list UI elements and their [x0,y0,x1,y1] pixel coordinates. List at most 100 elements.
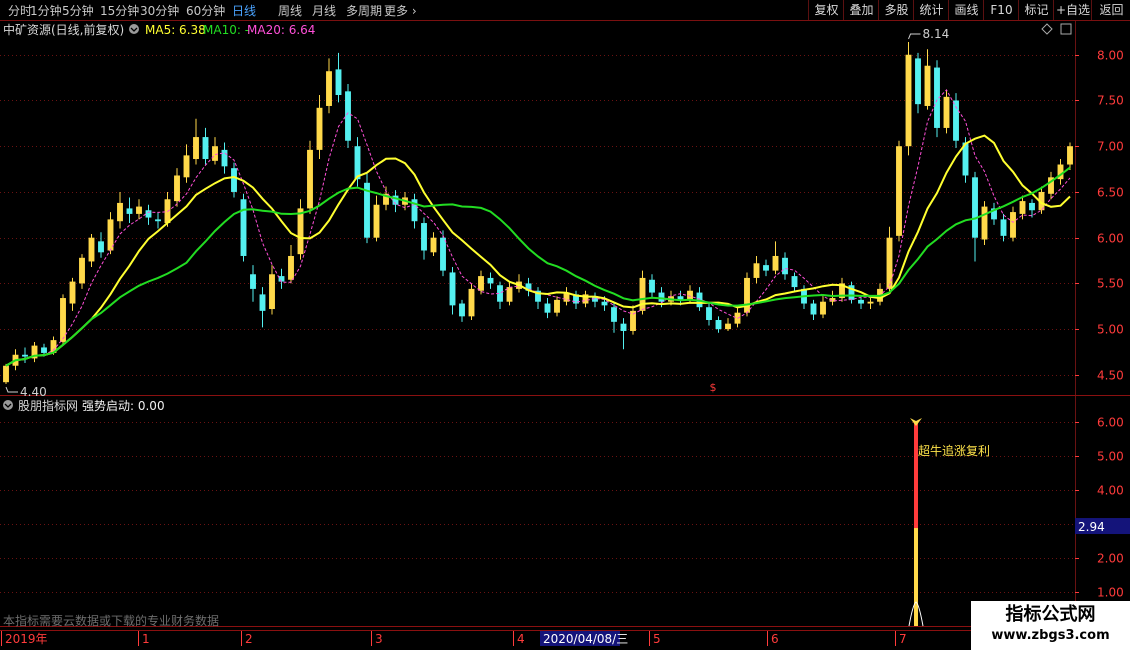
period-tab-6[interactable]: 日线 [232,2,256,19]
candle-body-74 [706,307,712,320]
time-label-4: 4 [517,632,525,646]
candle-body-79 [753,263,760,278]
candle-body-72 [687,290,693,300]
time-label-1: 1 [142,632,150,646]
candle-body-99 [943,96,950,128]
candle-body-107 [1019,201,1026,214]
candle-body-15 [145,210,152,218]
candle-body-64 [611,307,617,322]
toolbar-button-3[interactable]: 统计 [913,0,949,20]
price-tick-label-0: 4.50 [1097,369,1124,383]
settings-circle-icon [129,24,139,34]
candle-body-63 [601,301,608,306]
event-marker: $ [710,381,717,394]
candle-body-6 [60,298,66,342]
indicator-value-label: 强势启动: 0.00 [82,399,165,413]
candle-body-106 [1010,212,1016,238]
indicator-tick-label-4: 5.00 [1097,450,1124,464]
period-tab-8[interactable]: 月线 [312,2,336,19]
time-label-2: 2 [245,632,253,646]
indicator-title: 股朋指标网 [18,398,78,413]
price-tick-label-2: 5.50 [1097,277,1124,291]
signal-bar-highlight [914,528,918,626]
period-tab-5[interactable]: 60分钟 [186,2,225,19]
price-tick-label-7: 8.00 [1097,49,1124,63]
time-label-0: 2019年 [5,632,48,646]
candle-body-57 [544,303,551,313]
indicator-tick-label-0: 1.00 [1097,586,1124,600]
candle-body-65 [620,323,627,331]
period-tab-7[interactable]: 周线 [278,2,302,19]
candle-body-4 [41,347,47,353]
period-tab-0[interactable]: 分时 [8,2,32,19]
candle-body-83 [791,276,798,288]
candle-body-49 [468,288,475,317]
period-tab-3[interactable]: 15分钟 [100,2,139,19]
ma10-legend: MA10: - [203,23,249,37]
toolbar-button-0[interactable]: 复权 [808,0,844,20]
candle-body-48 [459,303,465,317]
candle-body-36 [345,91,351,141]
candle-body-16 [155,219,161,222]
candle-body-27 [259,294,266,311]
candle-body-18 [174,175,180,202]
candle-body-105 [1000,219,1007,236]
candle-body-91 [867,301,874,304]
candle-body-34 [326,71,332,106]
candle-body-47 [449,272,456,306]
candle-body-10 [98,241,104,253]
site-watermark: 指标公式网 www.zbgs3.com [971,601,1130,650]
candle-body-31 [297,208,304,255]
toolbar-button-1[interactable]: 叠加 [843,0,879,20]
main-chart-title: 中矿资源(日线,前复权) [3,22,124,37]
candle-body-90 [858,299,864,304]
period-tab-9[interactable]: 多周期 [346,2,382,19]
current-value-label: 2.94 [1078,520,1105,534]
toolbar-button-8[interactable]: 返回 [1091,0,1130,20]
candle-body-80 [763,265,769,271]
toolbar-button-4[interactable]: 画线 [948,0,984,20]
period-tab-4[interactable]: 30分钟 [140,2,179,19]
candle-body-94 [896,146,902,236]
indicator-tick-label-3: 4.00 [1097,484,1124,498]
candle-body-7 [69,281,76,304]
toolbar-button-7[interactable]: +自选 [1053,0,1092,20]
toolbar-button-6[interactable]: 标记 [1018,0,1054,20]
candle-body-97 [924,65,931,106]
candle-body-96 [915,58,921,105]
candle-body-102 [972,177,978,238]
candle-body-44 [421,223,427,251]
ma5-legend: MA5: 6.38 [145,23,206,37]
candle-body-21 [202,137,209,160]
price-tick-label-1: 5.00 [1097,323,1124,337]
candle-body-25 [240,199,247,256]
toolbar-button-2[interactable]: 多股 [878,0,914,20]
price-tick-label-5: 7.00 [1097,140,1124,154]
candle-body-30 [288,255,294,280]
price-tick-label-6: 7.50 [1097,94,1124,108]
toolbar-button-5[interactable]: F10 [983,0,1019,20]
candle-body-0 [3,365,9,383]
candle-body-69 [658,292,665,302]
chart-canvas[interactable]: 4.50 5.00 5.50 6.00 6.50 7.00 7.50 8.00 1.00 2.00… [0,0,1130,650]
time-label-3: 3 [375,632,383,646]
candle-body-58 [554,299,560,313]
candle-body-51 [487,277,494,284]
candle-body-35 [335,69,342,95]
chart-background [0,20,1130,650]
candle-body-39 [373,204,380,238]
candle-body-12 [117,202,123,222]
candle-body-67 [639,277,646,311]
period-tab-1[interactable]: 1分钟 [30,2,62,19]
candle-body-29 [278,276,285,282]
candle-body-95 [905,54,912,147]
candle-body-23 [221,149,228,167]
cursor-date-label: 2020/04/08/三 [543,632,628,646]
candle-body-82 [782,257,788,275]
period-tab-2[interactable]: 5分钟 [62,2,94,19]
price-tick-label-3: 6.00 [1097,232,1124,246]
indicator-tick-label-5: 6.00 [1097,416,1124,430]
high-marker-label: 8.14 [923,27,950,41]
low-marker-label: 4.40 [20,385,47,399]
period-tab-10[interactable]: 更多 › [384,2,417,19]
